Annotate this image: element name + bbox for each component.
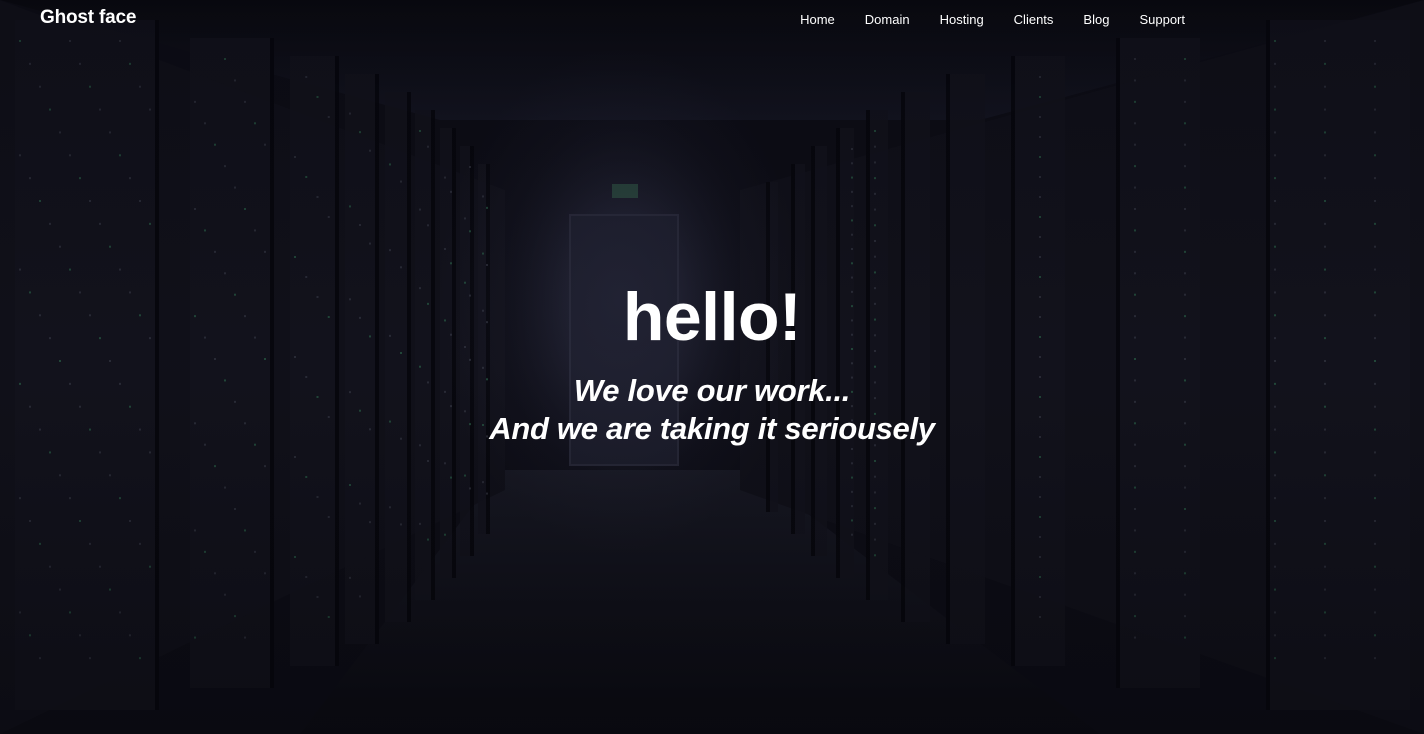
dark-overlay <box>0 0 1424 734</box>
nav-domain-link[interactable]: Domain <box>850 12 925 27</box>
hero-tagline-line1: We love our work... <box>573 373 851 408</box>
hero-tagline: We love our work... And we are taking it… <box>0 372 1424 448</box>
hero-tagline-line2: And we are taking it seriousely <box>489 411 935 446</box>
navbar: Ghost face Home Domain Hosting Clients B… <box>0 0 1424 38</box>
nav-home-link[interactable]: Home <box>785 12 850 27</box>
nav-hosting-link[interactable]: Hosting <box>925 12 999 27</box>
nav-blog-link[interactable]: Blog <box>1068 12 1124 27</box>
brand-logo[interactable]: Ghost face <box>40 7 136 29</box>
nav-clients-link[interactable]: Clients <box>999 12 1069 27</box>
nav-menu: Home Domain Hosting Clients Blog Support <box>785 11 1185 29</box>
nav-support-link[interactable]: Support <box>1124 12 1185 27</box>
hero-section: Ghost face Home Domain Hosting Clients B… <box>0 0 1424 734</box>
hero-headline: hello! <box>622 279 802 355</box>
